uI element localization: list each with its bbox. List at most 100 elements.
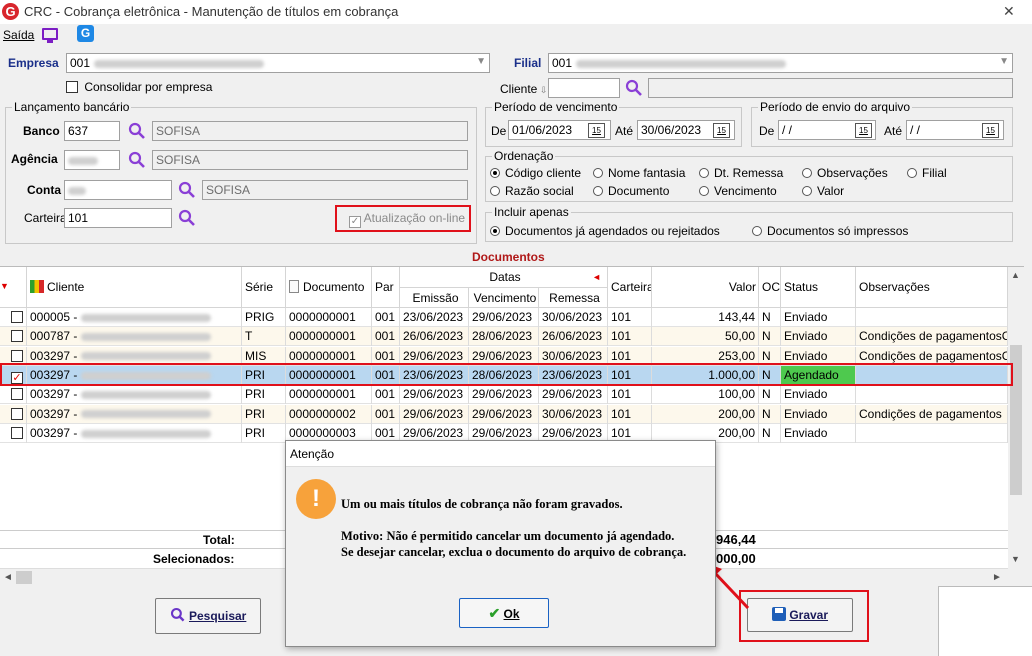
table-row[interactable]: 003297 - PRI 0000000001 001 29/06/2023 29/06/… bbox=[0, 385, 1008, 405]
col-vencimento-header[interactable]: Vencimento bbox=[469, 288, 539, 308]
sort-razao-social[interactable]: Razão social bbox=[490, 184, 574, 198]
calendar-icon[interactable]: 15 bbox=[713, 123, 730, 138]
row-checkbox[interactable] bbox=[0, 423, 27, 443]
filial-label: Filial bbox=[514, 56, 542, 70]
carteira-input[interactable]: 101 bbox=[64, 208, 172, 228]
cell-valor: 143,44 bbox=[652, 308, 759, 327]
row-checkbox[interactable] bbox=[0, 308, 27, 327]
col-remessa-header[interactable]: Remessa bbox=[539, 288, 608, 308]
sort-nome-fantasia[interactable]: Nome fantasia bbox=[593, 166, 685, 180]
empresa-name-redacted bbox=[94, 59, 265, 68]
dialog-message-1: Um ou mais títulos de cobrança não foram… bbox=[341, 497, 623, 511]
monitor-icon[interactable] bbox=[42, 28, 58, 40]
dialog-titlebar: Atenção bbox=[286, 441, 715, 467]
cliente-name-redacted bbox=[81, 410, 212, 419]
document-icon bbox=[289, 280, 299, 293]
col-emissao-header[interactable]: Emissão bbox=[400, 288, 469, 308]
sort-documento[interactable]: Documento bbox=[593, 184, 669, 198]
col-serie-header[interactable]: Série bbox=[242, 267, 286, 308]
agencia-input[interactable] bbox=[64, 150, 120, 170]
row-checkbox[interactable] bbox=[0, 404, 27, 424]
col-valor-header[interactable]: Valor bbox=[652, 267, 759, 308]
table-row[interactable]: 000005 - PRIG 0000000001 001 23/06/2023 29/06… bbox=[0, 308, 1008, 327]
scroll-right-icon[interactable]: ► bbox=[992, 572, 1002, 583]
search-icon[interactable] bbox=[177, 180, 197, 200]
cell-oc: N bbox=[759, 385, 781, 405]
cliente-name-redacted bbox=[81, 429, 212, 438]
menu-saida[interactable]: Saída bbox=[3, 28, 34, 42]
pesquisar-button[interactable]: Pesquisar bbox=[155, 598, 261, 634]
sort-observacoes[interactable]: Observações bbox=[802, 166, 888, 180]
highlight-atualizacao bbox=[335, 205, 471, 232]
calendar-icon[interactable]: 15 bbox=[588, 123, 605, 138]
cell-serie: T bbox=[242, 327, 286, 347]
table-row[interactable]: 003297 - PRI 0000000002 001 29/06/2023 29/06/… bbox=[0, 404, 1008, 424]
warning-icon: ! bbox=[296, 479, 336, 519]
agencia-redacted bbox=[68, 156, 98, 165]
sort-filial[interactable]: Filial bbox=[907, 166, 947, 180]
calendar-icon[interactable]: 15 bbox=[982, 123, 999, 138]
search-icon[interactable] bbox=[177, 208, 197, 228]
cell-valor: 50,00 bbox=[652, 327, 759, 347]
sort-arrow-icon: ◄ bbox=[592, 272, 601, 282]
ok-button[interactable]: ✔ Ok bbox=[459, 598, 549, 628]
cliente-code-input[interactable] bbox=[548, 78, 620, 98]
empresa-label: Empresa bbox=[8, 56, 59, 70]
incluir-agendados[interactable]: Documentos já agendados ou rejeitados bbox=[490, 224, 720, 238]
cell-carteira: 101 bbox=[608, 385, 652, 405]
cell-cliente: 003297 - bbox=[27, 385, 242, 405]
consolidar-checkbox[interactable]: Consolidar por empresa bbox=[66, 80, 212, 94]
vencimento-title: Período de vencimento bbox=[492, 100, 620, 114]
attention-dialog: Atenção ! Um ou mais títulos de cobrança… bbox=[285, 440, 716, 647]
highlight-selected-row bbox=[0, 363, 1013, 386]
col-observacoes-header[interactable]: Observações bbox=[856, 267, 1008, 308]
conta-input[interactable] bbox=[64, 180, 172, 200]
sort-vencimento[interactable]: Vencimento bbox=[699, 184, 777, 198]
row-checkbox[interactable] bbox=[0, 327, 27, 347]
carteira-label: Carteira bbox=[24, 211, 67, 225]
cell-oc: N bbox=[759, 327, 781, 347]
empresa-select[interactable]: 001 ▼ bbox=[66, 53, 490, 73]
title-bar: G CRC - Cobrança eletrônica - Manutenção… bbox=[0, 0, 1032, 24]
cell-obs bbox=[856, 423, 1008, 443]
chevron-down-icon[interactable]: ▼ bbox=[476, 56, 486, 67]
sort-dt-remessa[interactable]: Dt. Remessa bbox=[699, 166, 783, 180]
col-oc-header[interactable]: OC bbox=[759, 267, 781, 308]
row-checkbox[interactable] bbox=[0, 385, 27, 405]
sort-valor[interactable]: Valor bbox=[802, 184, 844, 198]
envio-de-label: De bbox=[759, 124, 775, 138]
sort-codigo-cliente[interactable]: Código cliente bbox=[490, 166, 581, 180]
search-icon[interactable] bbox=[624, 78, 644, 98]
col-carteira-header[interactable]: Carteira bbox=[608, 267, 652, 308]
close-icon[interactable]: ✕ bbox=[1003, 3, 1015, 20]
scroll-left-icon[interactable]: ◄ bbox=[3, 572, 13, 583]
search-icon bbox=[170, 607, 185, 622]
cell-vencimento: 28/06/2023 bbox=[469, 327, 539, 347]
cell-serie: PRIG bbox=[242, 308, 286, 327]
search-icon[interactable] bbox=[127, 121, 147, 141]
cell-vencimento: 29/06/2023 bbox=[469, 308, 539, 327]
consolidar-box[interactable] bbox=[66, 81, 78, 93]
filial-select[interactable]: 001 ▼ bbox=[548, 53, 1013, 73]
chevron-down-icon[interactable]: ▼ bbox=[999, 56, 1009, 67]
vertical-scrollbar[interactable]: ▲ ▼ bbox=[1008, 267, 1024, 568]
envio-ate-label: Até bbox=[884, 124, 903, 138]
scroll-up-icon[interactable]: ▲ bbox=[1011, 270, 1020, 280]
calendar-icon[interactable]: 15 bbox=[855, 123, 872, 138]
col-cliente-header[interactable]: Cliente bbox=[27, 267, 242, 308]
cell-remessa: 30/06/2023 bbox=[539, 404, 608, 424]
h-scroll-thumb[interactable] bbox=[16, 571, 32, 584]
refresh-app-icon[interactable]: G bbox=[77, 25, 94, 42]
cell-par: 001 bbox=[372, 308, 400, 327]
banco-input[interactable]: 637 bbox=[64, 121, 120, 141]
filial-code: 001 bbox=[552, 56, 573, 70]
col-status-header[interactable]: Status bbox=[781, 267, 856, 308]
table-row[interactable]: 000787 - T 0000000001 001 26/06/2023 28/06/20… bbox=[0, 327, 1008, 347]
col-documento-header[interactable]: Documento bbox=[286, 267, 372, 308]
consolidar-label: Consolidar por empresa bbox=[84, 80, 213, 94]
incluir-impressos[interactable]: Documentos só impressos bbox=[752, 224, 908, 238]
scroll-down-icon[interactable]: ▼ bbox=[1011, 554, 1020, 564]
col-par-header[interactable]: Par bbox=[372, 267, 400, 308]
cliente-name-redacted bbox=[81, 313, 212, 322]
search-icon[interactable] bbox=[127, 150, 147, 170]
